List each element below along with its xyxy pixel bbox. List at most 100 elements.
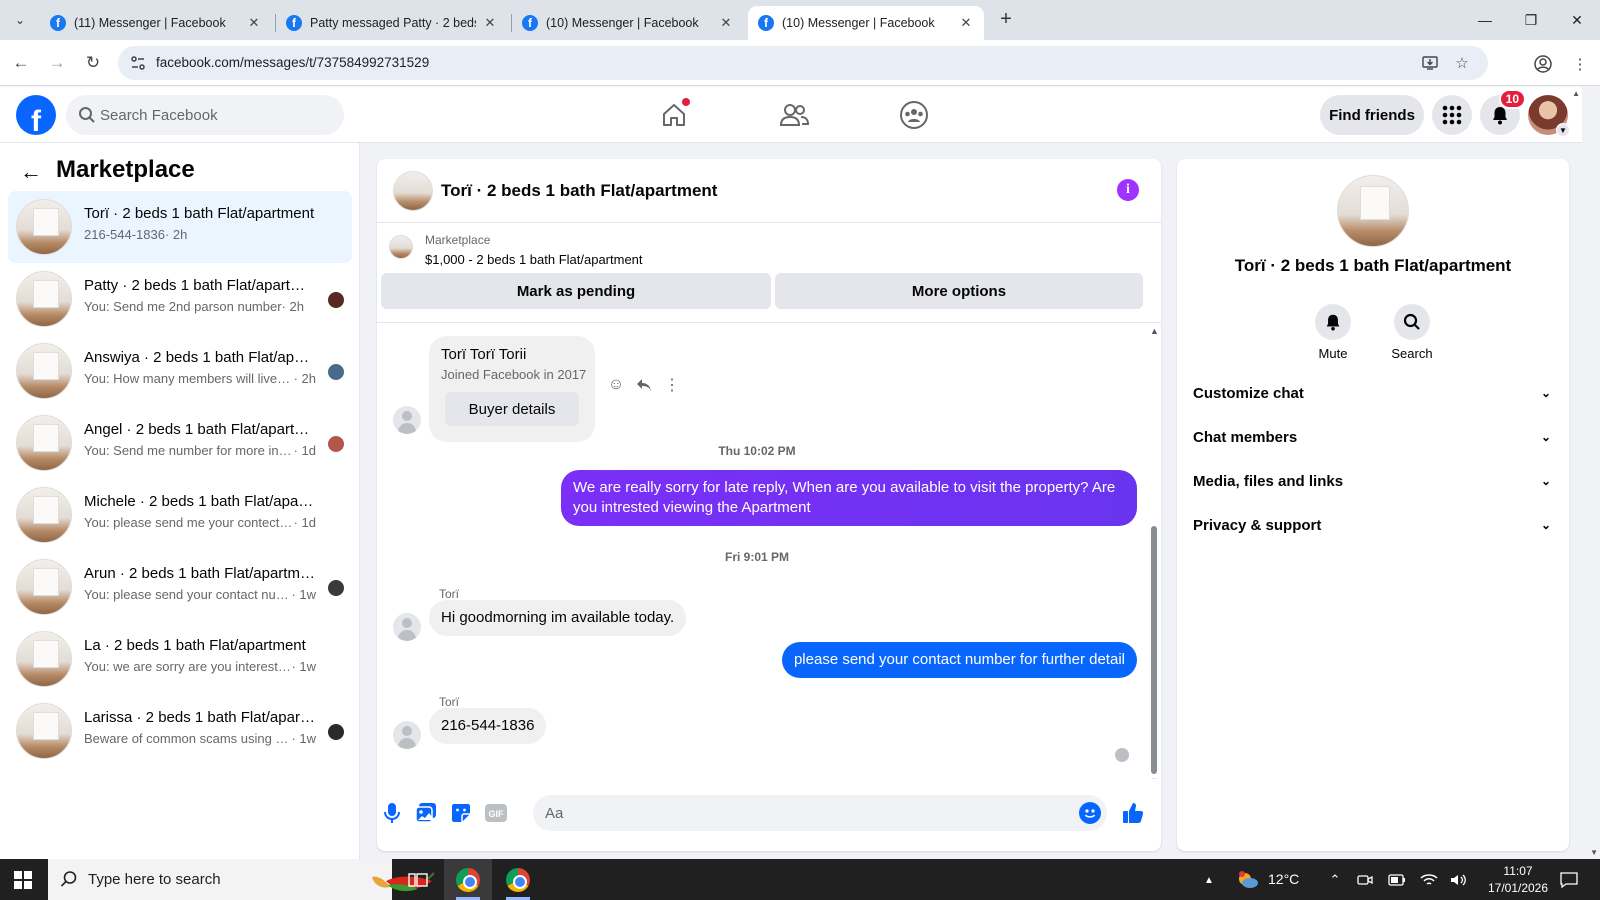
url-text[interactable]: facebook.com/messages/t/737584992731529	[156, 55, 429, 70]
thumbs-up-icon[interactable]	[1121, 801, 1145, 825]
chevron-down-icon[interactable]: ⌄	[1539, 474, 1553, 488]
more-options-button[interactable]: More options	[775, 273, 1143, 309]
minimize-icon[interactable]: —	[1462, 6, 1508, 34]
message-input[interactable]	[545, 795, 1065, 831]
reply-arrow-icon[interactable]	[635, 376, 653, 394]
listing-thumbnail[interactable]	[389, 235, 413, 259]
conversation-item[interactable]: Torï · 2 beds 1 bath Flat/apartment 216-5…	[8, 191, 352, 263]
conversation-item[interactable]: Arun · 2 beds 1 bath Flat/apartment You: …	[8, 551, 352, 623]
address-bar[interactable]: facebook.com/messages/t/737584992731529 …	[118, 46, 1488, 80]
page-scroll-down-icon[interactable]: ▼	[1590, 848, 1598, 857]
forward-arrow-icon[interactable]: →	[44, 50, 70, 76]
gif-icon[interactable]: GIF	[484, 801, 508, 825]
weather-icon[interactable]	[1236, 871, 1260, 889]
emoji-icon[interactable]	[1079, 802, 1101, 824]
listing-photo[interactable]	[1337, 175, 1409, 247]
groups-icon[interactable]	[894, 95, 934, 135]
reload-icon[interactable]: ↻	[80, 50, 106, 76]
taskbar-search[interactable]	[48, 859, 435, 900]
search-icon[interactable]	[1394, 304, 1430, 340]
window-close-icon[interactable]: ✕	[1554, 6, 1600, 34]
find-friends-button[interactable]: Find friends	[1320, 95, 1424, 135]
task-view-icon[interactable]	[394, 859, 442, 900]
bookmark-star-icon[interactable]: ☆	[1452, 53, 1472, 73]
browser-tab-active[interactable]: f (10) Messenger | Facebook ✕	[748, 6, 984, 40]
photo-gallery-icon[interactable]	[414, 801, 438, 825]
incoming-message[interactable]: 216-544-1836	[429, 708, 547, 744]
page-scroll-up-icon[interactable]: ▲	[1572, 89, 1580, 98]
friends-icon[interactable]	[774, 95, 814, 135]
bell-icon[interactable]	[1315, 304, 1351, 340]
meet-now-icon[interactable]	[1356, 871, 1374, 889]
conversation-item[interactable]: Angel · 2 beds 1 bath Flat/apartment You:…	[8, 407, 352, 479]
system-clock[interactable]: 11:07 17/01/2026	[1478, 863, 1558, 897]
back-arrow-icon[interactable]: ←	[20, 159, 42, 185]
tray-scroll-icon[interactable]: ▲	[1200, 871, 1218, 889]
conversation-item[interactable]: Patty · 2 beds 1 bath Flat/apartment You:…	[8, 263, 352, 335]
sender-avatar[interactable]	[393, 721, 421, 749]
facebook-search-input[interactable]	[100, 95, 330, 135]
windows-start-icon[interactable]	[14, 871, 32, 889]
microphone-icon[interactable]	[380, 801, 404, 825]
facebook-logo-icon[interactable]: f	[16, 95, 56, 135]
outgoing-message[interactable]: please send your contact number for furt…	[781, 642, 1137, 678]
browser-tab[interactable]: f (10) Messenger | Facebook ✕	[512, 6, 744, 40]
new-tab-plus-icon[interactable]: +	[994, 8, 1018, 32]
home-icon[interactable]	[654, 95, 694, 135]
info-icon[interactable]: i	[1117, 179, 1139, 201]
browser-menu-icon[interactable]: ⋮	[1570, 54, 1590, 74]
weather-temperature[interactable]: 12°C	[1268, 871, 1299, 887]
conversation-item[interactable]: La · 2 beds 1 bath Flat/apartment You: we…	[8, 623, 352, 695]
volume-icon[interactable]	[1450, 871, 1468, 889]
message-input-container[interactable]	[533, 795, 1107, 831]
show-hidden-icons-chevron-icon[interactable]: ⌃	[1326, 871, 1344, 889]
scrollbar-thumb[interactable]	[1151, 526, 1157, 774]
tab-close-icon[interactable]: ✕	[482, 15, 498, 31]
mark-as-pending-button[interactable]: Mark as pending	[381, 273, 771, 309]
conversation-item[interactable]: Larissa · 2 beds 1 bath Flat/apartment Be…	[8, 695, 352, 767]
wifi-icon[interactable]	[1420, 871, 1438, 889]
facebook-search[interactable]	[66, 95, 344, 135]
chat-title[interactable]: Torï · 2 beds 1 bath Flat/apartment	[441, 181, 717, 201]
notifications-bell-icon[interactable]: 10	[1480, 89, 1526, 135]
profile-icon[interactable]	[1533, 54, 1553, 74]
outgoing-message[interactable]: We are really sorry for late reply, When…	[561, 470, 1137, 526]
tab-search-chevron-icon[interactable]: ⌄	[8, 8, 32, 32]
search-action[interactable]: Search	[1377, 304, 1447, 361]
chevron-down-icon[interactable]: ⌄	[1539, 430, 1553, 444]
tab-close-icon[interactable]: ✕	[718, 15, 734, 31]
menu-grid-icon[interactable]	[1432, 95, 1472, 135]
thread-scrollbar[interactable]: ▲ ▼	[1150, 326, 1159, 779]
site-info-icon[interactable]	[128, 53, 148, 73]
customize-chat-section[interactable]: Customize chat ⌄	[1193, 373, 1553, 413]
chrome-profile-taskbar-icon[interactable]	[494, 859, 542, 900]
battery-icon[interactable]	[1388, 871, 1406, 889]
conversation-item[interactable]: Michele · 2 beds 1 bath Flat/apartment Yo…	[8, 479, 352, 551]
browser-tab[interactable]: f Patty messaged Patty · 2 beds 1 ✕	[276, 6, 508, 40]
taskbar-search-input[interactable]	[88, 859, 318, 900]
buyer-avatar[interactable]	[393, 406, 421, 434]
install-app-icon[interactable]	[1420, 53, 1440, 73]
react-smiley-icon[interactable]: ☺	[607, 376, 625, 394]
chevron-down-icon[interactable]: ⌄	[1539, 518, 1553, 532]
more-dots-icon[interactable]: ⋮	[663, 376, 681, 394]
listing-price[interactable]: $1,000 - 2 beds 1 bath Flat/apartment	[425, 252, 643, 267]
restore-icon[interactable]: ❐	[1508, 6, 1554, 34]
tab-close-icon[interactable]: ✕	[958, 15, 974, 31]
back-arrow-icon[interactable]: ←	[8, 50, 34, 76]
chrome-taskbar-icon[interactable]	[444, 859, 492, 900]
action-center-icon[interactable]	[1560, 871, 1578, 889]
tab-close-icon[interactable]: ✕	[246, 15, 262, 31]
account-chevron-down-icon[interactable]: ▼	[1556, 123, 1570, 137]
sticker-icon[interactable]	[449, 801, 473, 825]
chat-listing-avatar[interactable]	[393, 171, 433, 211]
sender-avatar[interactable]	[393, 613, 421, 641]
chevron-down-icon[interactable]: ⌄	[1539, 386, 1553, 400]
privacy-support-section[interactable]: Privacy & support ⌄	[1193, 505, 1553, 545]
mute-action[interactable]: Mute	[1298, 304, 1368, 361]
incoming-message[interactable]: Hi goodmorning im available today.	[429, 600, 687, 636]
chat-members-section[interactable]: Chat members ⌄	[1193, 417, 1553, 457]
media-files-links-section[interactable]: Media, files and links ⌄	[1193, 461, 1553, 501]
browser-tab[interactable]: f (11) Messenger | Facebook ✕	[40, 6, 272, 40]
conversation-item[interactable]: Answiya · 2 beds 1 bath Flat/apartment Yo…	[8, 335, 352, 407]
